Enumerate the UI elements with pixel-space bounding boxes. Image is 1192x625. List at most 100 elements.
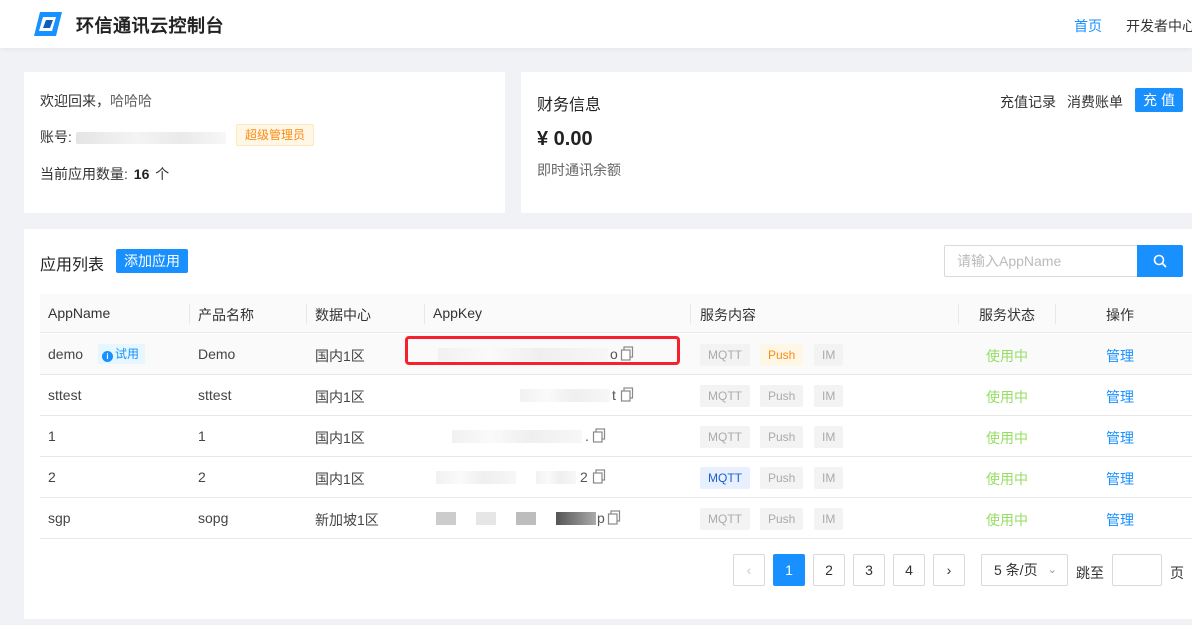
- table-row: sttest sttest 国内1区 t MQTT Push IM 使用中 管理: [40, 375, 1192, 416]
- page-3[interactable]: 3: [853, 554, 885, 586]
- appkey-redacted: [452, 430, 582, 443]
- app-count-label: 当前应用数量:: [40, 166, 128, 182]
- column-divider: [1055, 304, 1056, 324]
- nav-home[interactable]: 首页: [1074, 16, 1102, 36]
- table-row: sgp sopg 新加坡1区 p MQTT Push IM 使用中 管理: [40, 498, 1192, 539]
- role-badge: 超级管理员: [236, 124, 315, 146]
- finance-card: 财务信息 充值记录 消费账单 充值 ¥ 0.00 即时通讯余额: [521, 72, 1192, 213]
- page-2[interactable]: 2: [813, 554, 845, 586]
- balance-amount: ¥ 0.00: [537, 128, 593, 150]
- col-datacenter: 数据中心: [315, 307, 371, 323]
- status-badge: 使用中: [986, 348, 1028, 364]
- col-appkey: AppKey: [433, 305, 483, 321]
- service-mqtt: MQTT: [700, 426, 750, 448]
- recharge-button[interactable]: 充值: [1135, 88, 1183, 112]
- copy-icon[interactable]: [592, 469, 606, 484]
- nav-developer-center[interactable]: 开发者中心: [1126, 16, 1192, 36]
- datacenter: 新加坡1区: [315, 512, 379, 528]
- column-divider: [189, 304, 190, 324]
- account-label: 账号:: [40, 129, 72, 145]
- datacenter: 国内1区: [315, 348, 365, 364]
- appkey-redacted: [476, 512, 496, 525]
- appkey-redacted: [556, 512, 596, 525]
- status-badge: 使用中: [986, 389, 1028, 405]
- jump-unit: 页: [1170, 565, 1184, 581]
- app-list-title: 应用列表: [40, 257, 105, 274]
- datacenter: 国内1区: [315, 389, 365, 405]
- service-im: IM: [814, 344, 844, 366]
- greeting-text: 欢迎回来，: [40, 93, 110, 109]
- appkey-tail: .: [585, 428, 589, 444]
- service-push: Push: [760, 385, 804, 407]
- app-count-line: 当前应用数量: 16 个: [40, 164, 169, 184]
- page-1[interactable]: 1: [773, 554, 805, 586]
- appkey-tail: 2: [580, 469, 588, 485]
- highlight-annotation: [405, 336, 680, 365]
- jump-page-input[interactable]: [1112, 554, 1162, 586]
- status-badge: 使用中: [986, 471, 1028, 487]
- search-button[interactable]: [1137, 245, 1183, 277]
- product-name: sttest: [198, 387, 232, 403]
- next-page-button[interactable]: ›: [933, 554, 965, 586]
- logo-icon: [34, 12, 62, 36]
- table-header: AppName 产品名称 数据中心 AppKey 服务内容 服务状态 操作: [40, 294, 1192, 333]
- appkey-redacted: [536, 471, 576, 484]
- manage-link[interactable]: 管理: [1106, 469, 1134, 489]
- trial-badge: i 试用: [98, 344, 146, 364]
- add-app-button[interactable]: 添加应用: [116, 249, 188, 273]
- bills-link[interactable]: 消费账单: [1067, 92, 1123, 112]
- service-im: IM: [814, 426, 844, 448]
- chevron-down-icon: ⌄: [1047, 564, 1057, 576]
- manage-link[interactable]: 管理: [1106, 510, 1134, 530]
- service-im: IM: [814, 508, 844, 530]
- service-push: Push: [760, 467, 804, 489]
- app-search-input[interactable]: [944, 245, 1138, 277]
- info-icon: i: [102, 351, 113, 362]
- service-mqtt: MQTT: [700, 467, 750, 489]
- col-status: 服务状态: [979, 307, 1035, 323]
- service-push: Push: [760, 508, 804, 530]
- appkey-redacted: [520, 389, 610, 402]
- table-row: 2 2 国内1区 2 MQTT Push IM 使用中 管理: [40, 457, 1192, 498]
- manage-link[interactable]: 管理: [1106, 387, 1134, 407]
- app-name[interactable]: demo: [48, 346, 83, 362]
- service-im: IM: [814, 467, 844, 489]
- app-count-value: 16: [133, 166, 150, 182]
- column-divider: [424, 304, 425, 324]
- copy-icon[interactable]: [620, 387, 634, 402]
- manage-link[interactable]: 管理: [1106, 346, 1134, 366]
- prev-page-button[interactable]: ‹: [733, 554, 765, 586]
- service-mqtt: MQTT: [700, 385, 750, 407]
- service-push: Push: [760, 426, 804, 448]
- recharge-records-link[interactable]: 充值记录: [1000, 92, 1056, 112]
- app-name[interactable]: sttest: [48, 387, 81, 403]
- appkey-tail: p: [597, 510, 605, 526]
- appkey-redacted: [436, 512, 456, 525]
- balance-label: 即时通讯余额: [537, 162, 621, 178]
- status-badge: 使用中: [986, 430, 1028, 446]
- product-name: 1: [198, 428, 206, 444]
- copy-icon[interactable]: [592, 428, 606, 443]
- jump-label: 跳至: [1076, 565, 1104, 581]
- app-list-card: 应用列表 添加应用 AppName 产品名称 数据中心 AppKey 服务内容 …: [24, 229, 1192, 619]
- status-badge: 使用中: [986, 512, 1028, 528]
- page-4[interactable]: 4: [893, 554, 925, 586]
- table-row: 1 1 国内1区 . MQTT Push IM 使用中 管理: [40, 416, 1192, 457]
- product-name: 2: [198, 469, 206, 485]
- app-name[interactable]: 2: [48, 469, 56, 485]
- app-count-unit: 个: [155, 166, 170, 182]
- page-size-value: 5 条/页: [994, 562, 1038, 578]
- account-line: 账号:: [40, 127, 226, 147]
- app-name[interactable]: 1: [48, 428, 56, 444]
- page-size-select[interactable]: 5 条/页 ⌄: [981, 554, 1068, 586]
- app-name[interactable]: sgp: [48, 510, 71, 526]
- service-push: Push: [760, 344, 804, 366]
- datacenter: 国内1区: [315, 430, 365, 446]
- welcome-card: 欢迎回来，哈哈哈 账号: 超级管理员 当前应用数量: 16 个: [24, 72, 505, 213]
- column-divider: [958, 304, 959, 324]
- manage-link[interactable]: 管理: [1106, 428, 1134, 448]
- copy-icon[interactable]: [607, 510, 621, 525]
- finance-title: 财务信息: [537, 97, 602, 114]
- account-redacted: [75, 132, 226, 145]
- service-mqtt: MQTT: [700, 508, 750, 530]
